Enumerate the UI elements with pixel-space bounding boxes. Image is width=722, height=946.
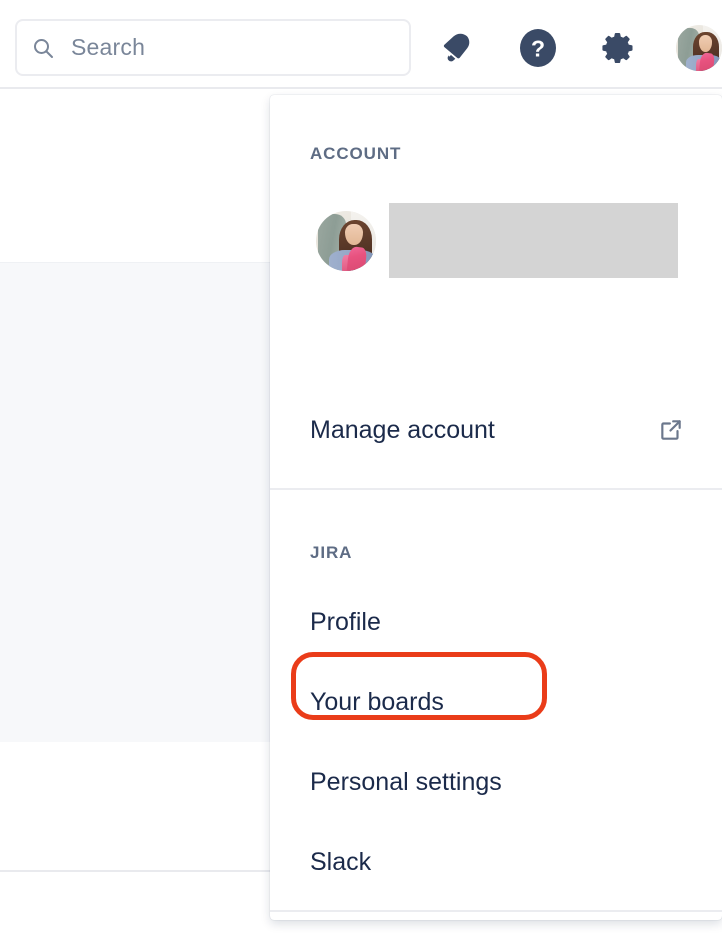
profile-avatar[interactable] (676, 25, 722, 71)
app-root: Search ? ACCOUNT Manage account JIRA Pro… (0, 0, 722, 946)
menu-item-label: Manage account (310, 415, 495, 444)
account-name-redacted (389, 203, 678, 278)
profile-dropdown-menu: ACCOUNT Manage account JIRA Profile Your… (270, 95, 722, 920)
section-header-account: ACCOUNT (310, 144, 402, 163)
menu-item-profile[interactable]: Profile (270, 602, 722, 642)
search-icon (31, 36, 55, 60)
menu-item-slack[interactable]: Slack (270, 842, 722, 882)
svg-text:?: ? (531, 36, 545, 62)
menu-item-label: Your boards (310, 687, 444, 716)
section-divider (270, 910, 722, 912)
menu-item-label: Personal settings (310, 767, 502, 796)
account-avatar (316, 210, 376, 271)
avatar-photo (316, 210, 376, 271)
menu-item-manage-account[interactable]: Manage account (270, 410, 722, 450)
section-divider (270, 488, 722, 490)
external-link-icon (658, 417, 684, 443)
account-identity-row (270, 203, 678, 278)
header-divider (0, 87, 722, 89)
search-placeholder: Search (71, 34, 146, 60)
avatar-photo (676, 25, 722, 71)
help-question-icon[interactable]: ? (518, 28, 558, 68)
settings-gear-icon[interactable] (597, 28, 637, 68)
menu-item-your-boards[interactable]: Your boards (270, 682, 722, 722)
notifications-bell-icon[interactable] (436, 29, 478, 67)
menu-item-label: Profile (310, 607, 381, 636)
menu-item-label: Slack (310, 847, 372, 876)
search-input[interactable]: Search (15, 19, 411, 76)
section-header-jira: JIRA (310, 543, 353, 562)
menu-item-personal-settings[interactable]: Personal settings (270, 762, 722, 802)
